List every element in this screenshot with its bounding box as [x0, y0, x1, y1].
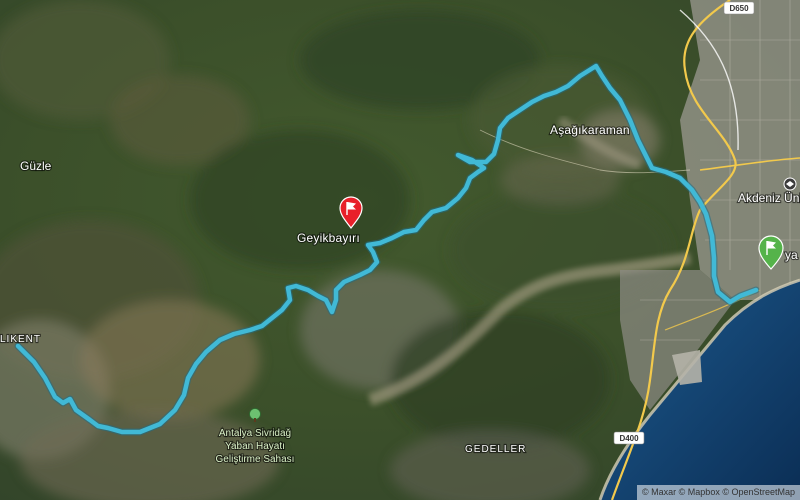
- label-park-line3: Geliştirme Sahası: [216, 454, 295, 465]
- road-shield-d400: D400: [613, 431, 645, 445]
- svg-text:D400: D400: [619, 434, 639, 443]
- label-akdeniz-universitesi: Akdeniz Üni: [738, 191, 800, 205]
- label-park-line2: Yaban Hayatı: [225, 441, 285, 452]
- road-shield-d650: D650: [723, 1, 755, 15]
- label-geyikbayiri: Geyikbayırı: [297, 231, 360, 245]
- label-gedeller: GEDELLER: [465, 444, 526, 455]
- label-konyaalti: ya: [785, 248, 798, 262]
- urban-area-north: [680, 0, 800, 300]
- svg-text:D650: D650: [729, 4, 749, 13]
- label-likent: LIKENT: [0, 334, 41, 345]
- graduation-cap-icon: [783, 177, 797, 191]
- map-view[interactable]: D650 D400 Güzle LIKENT Geyikbayırı Aşağı…: [0, 0, 800, 500]
- label-asagikaraman: Aşağıkaraman: [550, 123, 630, 137]
- label-park-line1: Antalya Sivridağ: [219, 428, 291, 439]
- satellite-map[interactable]: D650 D400 Güzle LIKENT Geyikbayırı Aşağı…: [0, 0, 800, 500]
- label-guzle: Güzle: [20, 159, 52, 173]
- map-attribution[interactable]: © Maxar © Mapbox © OpenStreetMap: [637, 485, 800, 500]
